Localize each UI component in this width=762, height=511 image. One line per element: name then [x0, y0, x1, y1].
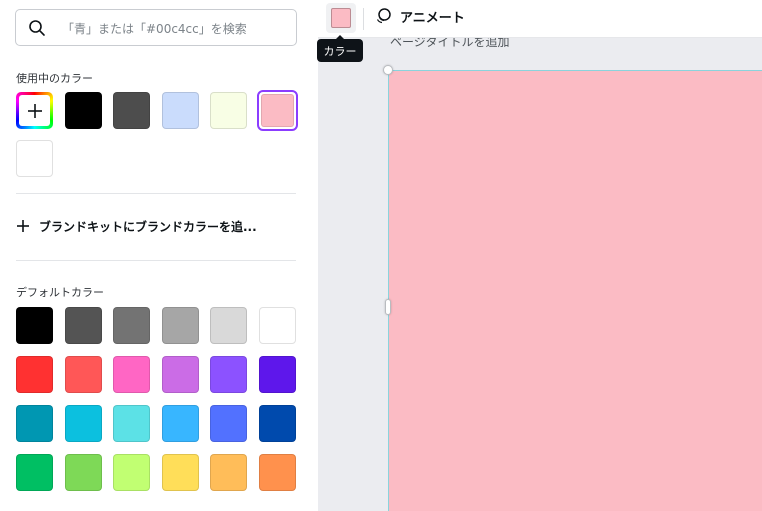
add-brand-colors-label: ブランドキットにブランドカラーを追...	[39, 219, 257, 234]
default-color-swatch[interactable]	[210, 405, 247, 442]
default-color-swatch[interactable]	[113, 307, 150, 344]
default-color-swatch[interactable]	[113, 454, 150, 491]
divider	[16, 260, 296, 261]
search-placeholder[interactable]: 「青」または「#00c4cc」を検索	[62, 20, 247, 37]
default-color-swatch[interactable]	[210, 356, 247, 393]
resize-handle-left[interactable]	[385, 299, 391, 315]
animate-icon	[376, 8, 391, 24]
default-color-swatch[interactable]	[16, 307, 53, 344]
color-search-box[interactable]: 「青」または「#00c4cc」を検索	[15, 9, 297, 46]
plus-icon	[17, 220, 29, 232]
default-color-swatch[interactable]	[65, 356, 102, 393]
default-color-swatch[interactable]	[259, 307, 296, 344]
default-color-swatch[interactable]	[113, 405, 150, 442]
default-color-swatch[interactable]	[210, 307, 247, 344]
editor-toolbar: アニメート	[318, 0, 762, 38]
default-color-swatch[interactable]	[65, 307, 102, 344]
default-color-swatch[interactable]	[16, 405, 53, 442]
default-color-swatch[interactable]	[113, 356, 150, 393]
add-brand-colors-button[interactable]: ブランドキットにブランドカラーを追...	[16, 216, 257, 236]
divider	[16, 193, 296, 194]
design-page[interactable]	[388, 70, 762, 511]
animate-button[interactable]: アニメート	[374, 6, 465, 26]
color-picker-button[interactable]	[326, 3, 356, 33]
default-color-swatch[interactable]	[210, 454, 247, 491]
default-color-swatch[interactable]	[65, 405, 102, 442]
default-color-swatch[interactable]	[65, 454, 102, 491]
in-use-colors-label: 使用中のカラー	[16, 72, 93, 85]
plus-icon	[27, 103, 42, 118]
add-color-button[interactable]	[16, 92, 53, 129]
search-icon	[29, 20, 45, 36]
default-color-swatch[interactable]	[16, 356, 53, 393]
current-color-swatch	[331, 8, 351, 28]
default-color-swatch[interactable]	[259, 454, 296, 491]
rotate-handle[interactable]	[383, 65, 393, 75]
color-panel: 「青」または「#00c4cc」を検索 使用中のカラー ブランドキットにブランドカ…	[0, 0, 318, 511]
animate-label: アニメート	[400, 10, 465, 26]
in-use-color-swatch[interactable]	[210, 92, 247, 129]
default-color-swatch[interactable]	[162, 405, 199, 442]
in-use-color-swatch-selected[interactable]	[257, 90, 298, 131]
color-tooltip: カラー	[317, 35, 363, 62]
default-color-swatch[interactable]	[16, 454, 53, 491]
in-use-color-swatch[interactable]	[65, 92, 102, 129]
in-use-color-swatch[interactable]	[162, 92, 199, 129]
default-color-swatch[interactable]	[259, 405, 296, 442]
default-colors-label: デフォルトカラー	[16, 286, 104, 299]
default-color-swatch[interactable]	[162, 356, 199, 393]
default-color-swatch[interactable]	[162, 307, 199, 344]
default-color-swatch[interactable]	[162, 454, 199, 491]
default-color-swatch[interactable]	[259, 356, 296, 393]
in-use-color-swatch[interactable]	[113, 92, 150, 129]
toolbar-separator	[363, 8, 364, 30]
in-use-color-swatch[interactable]	[16, 140, 53, 177]
